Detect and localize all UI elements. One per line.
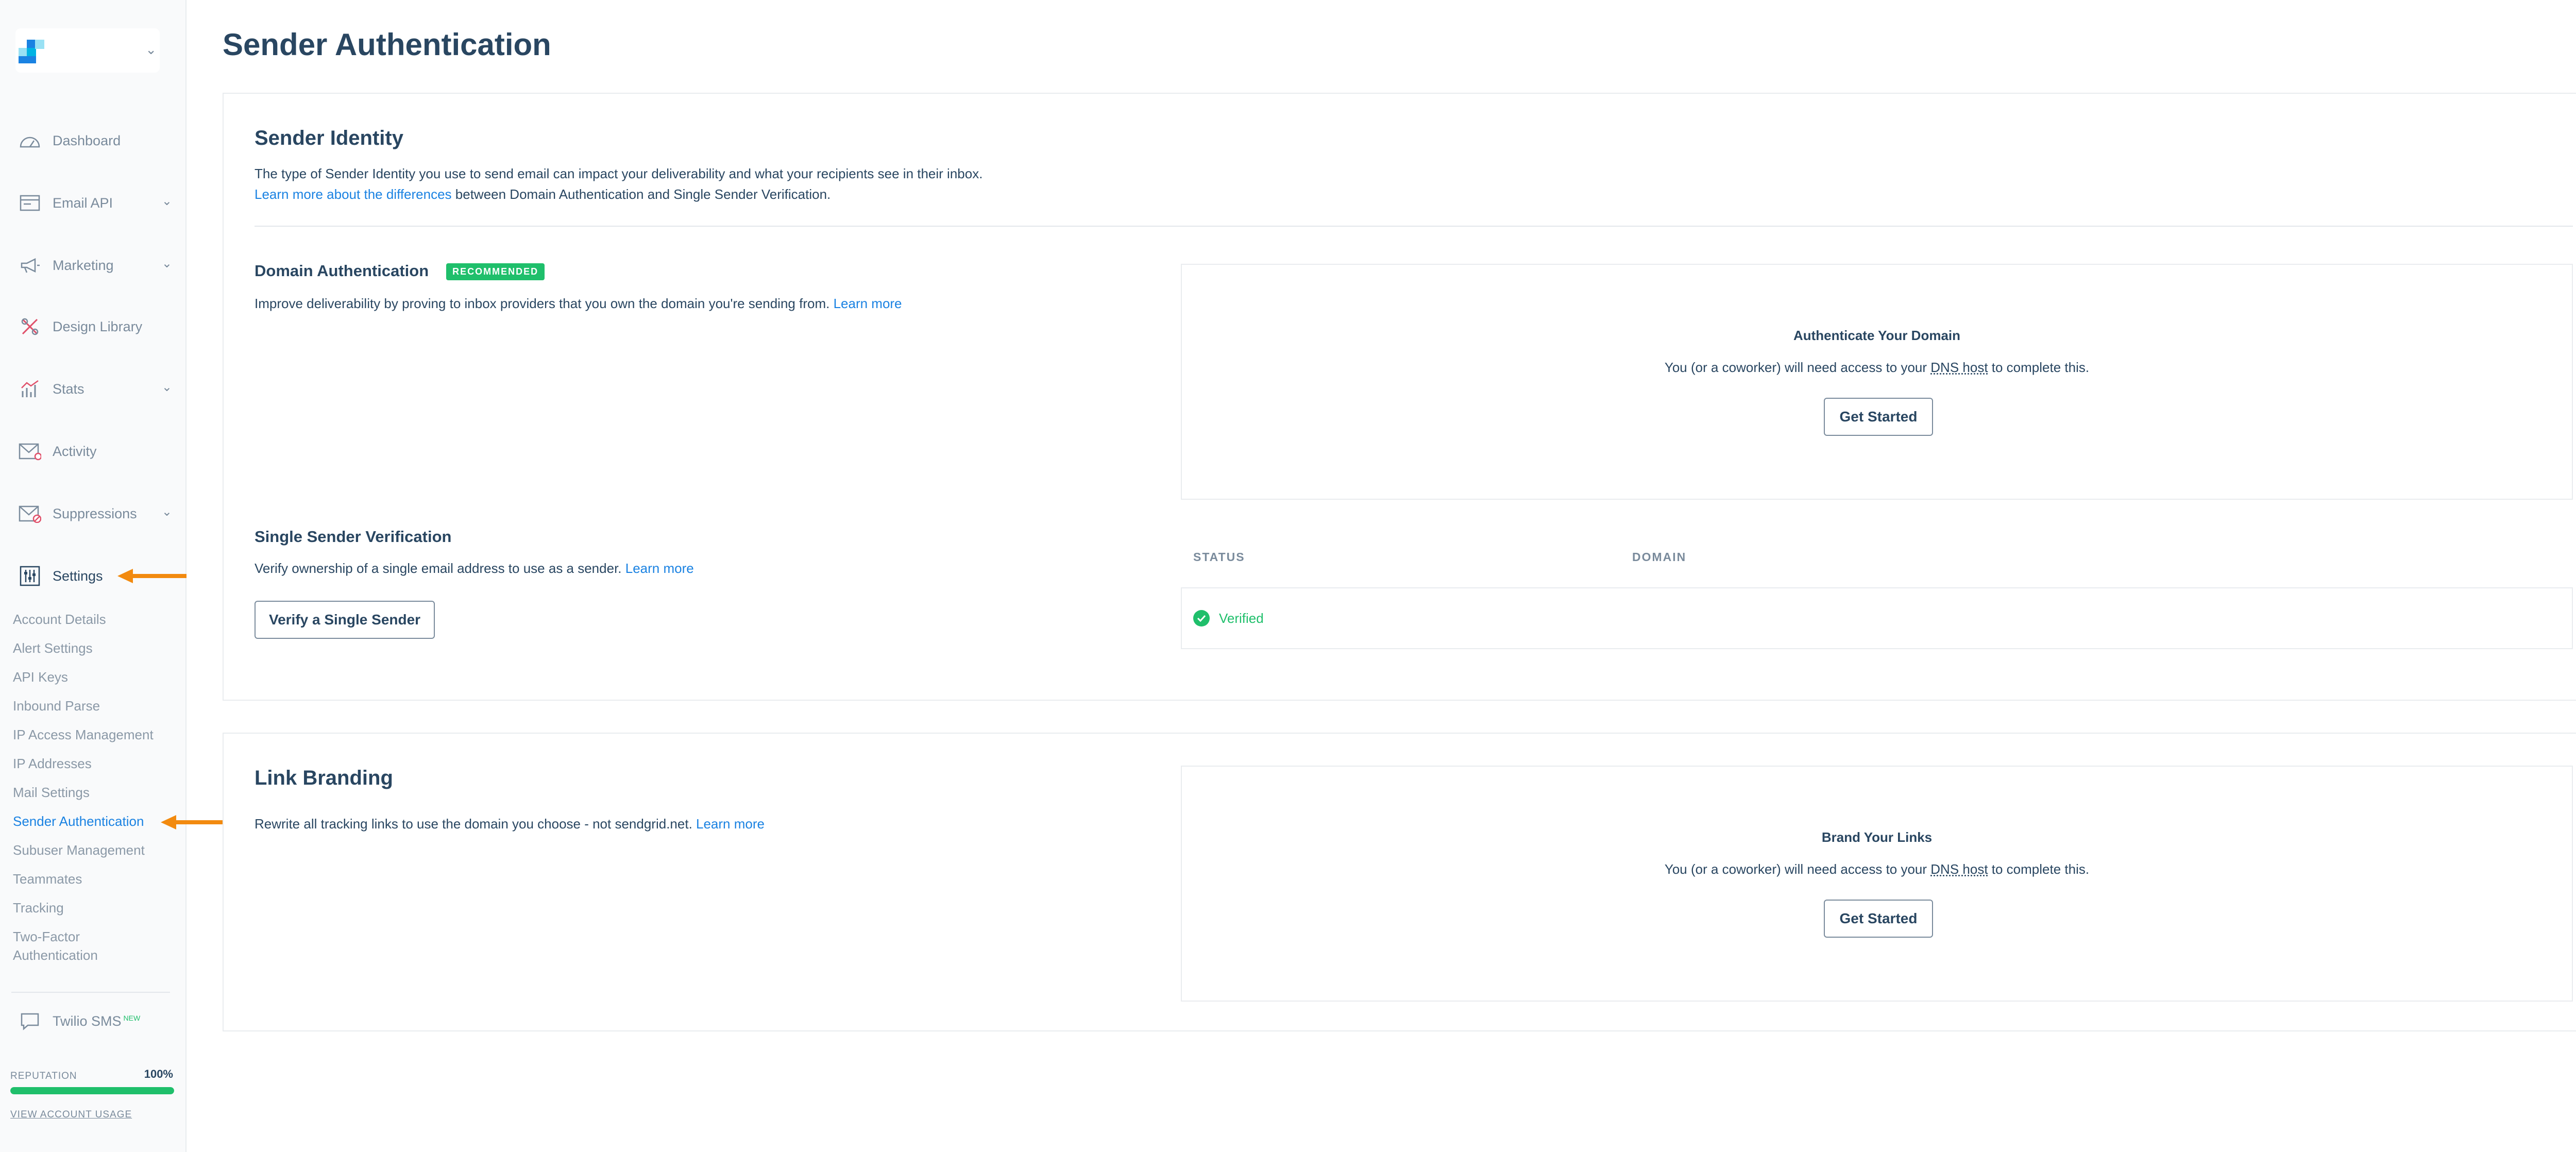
suppressions-icon [19, 503, 41, 524]
nav-item-dashboard[interactable]: Dashboard [19, 125, 178, 156]
settings-item-ip-addresses[interactable]: IP Addresses [13, 754, 92, 773]
authenticate-domain-text: You (or a coworker) will need access to … [1182, 360, 2572, 376]
nav-label: Activity [53, 443, 97, 459]
check-circle-icon [1193, 610, 1210, 626]
single-sender-learn-more-link[interactable]: Learn more [625, 561, 694, 576]
chevron-down-icon: ⌄ [161, 194, 172, 208]
box-text-pre: You (or a coworker) will need access to … [1664, 861, 1931, 877]
email-api-icon [19, 193, 41, 213]
nav-label: Suppressions [53, 505, 137, 521]
box-text-post: to complete this. [1988, 360, 2090, 375]
settings-item-alert-settings[interactable]: Alert Settings [13, 639, 93, 657]
chat-bubble-icon [19, 1011, 41, 1031]
section-divider [255, 226, 2573, 227]
verify-single-sender-button[interactable]: Verify a Single Sender [255, 601, 435, 639]
dns-host-text: DNS host [1930, 360, 1988, 375]
chevron-down-icon: ⌄ [161, 257, 172, 270]
domain-get-started-button[interactable]: Get Started [1824, 398, 1933, 436]
sidebar: ⌄ Dashboard Email API ⌄ Marketing ⌄ Desi… [0, 0, 230, 1152]
status-verified: Verified [1193, 610, 1264, 626]
nav-item-suppressions[interactable]: Suppressions ⌄ [19, 498, 178, 529]
domain-column-header: DOMAIN [1632, 550, 1687, 564]
nav-item-activity[interactable]: Activity [19, 436, 178, 467]
single-sender-description-line: Verify ownership of a single email addre… [255, 561, 694, 577]
nav-label: Email API [53, 195, 113, 211]
link-branding-learn-more-link[interactable]: Learn more [696, 816, 765, 832]
single-sender-title: Single Sender Verification [255, 528, 452, 546]
brand-links-title: Brand Your Links [1821, 829, 1933, 845]
dns-host-text: DNS host [1930, 861, 1988, 877]
reputation-bar [10, 1087, 174, 1094]
dashboard-icon [19, 130, 41, 151]
nav-item-email-api[interactable]: Email API ⌄ [19, 188, 178, 218]
nav-label: Marketing [53, 257, 114, 273]
view-account-usage-link[interactable]: VIEW ACCOUNT USAGE [10, 1109, 132, 1121]
domain-auth-description: Improve deliverability by proving to inb… [255, 296, 834, 311]
domain-auth-heading: Domain Authentication RECOMMENDED [255, 262, 545, 281]
links-get-started-button[interactable]: Get Started [1824, 900, 1933, 938]
sidebar-divider [11, 992, 170, 993]
nav-label: Stats [53, 381, 84, 397]
reputation-label: REPUTATION [10, 1071, 77, 1081]
sender-identity-description: The type of Sender Identity you use to s… [255, 166, 983, 181]
learn-more-differences-link[interactable]: Learn more about the differences [255, 187, 452, 202]
settings-item-teammates[interactable]: Teammates [13, 870, 82, 888]
settings-icon [19, 566, 41, 586]
status-text: Verified [1219, 610, 1264, 626]
settings-item-two-factor-authentication[interactable]: Two-Factor Authentication [13, 927, 126, 964]
arrow-left-icon [117, 569, 187, 583]
domain-auth-title: Domain Authentication [255, 262, 429, 280]
nav-label: Settings [53, 568, 103, 584]
arrow-left-icon [161, 815, 230, 829]
activity-icon [19, 441, 41, 462]
settings-item-mail-settings[interactable]: Mail Settings [13, 783, 90, 802]
nav-label: Twilio SMS [53, 1013, 122, 1029]
settings-item-tracking[interactable]: Tracking [13, 899, 64, 917]
box-text-pre: You (or a coworker) will need access to … [1664, 360, 1931, 375]
link-branding-card: Link Branding Rewrite all tracking links… [223, 733, 2576, 1031]
nav-item-marketing[interactable]: Marketing ⌄ [19, 250, 178, 281]
page-title: Sender Authentication [223, 27, 551, 62]
link-branding-title: Link Branding [255, 767, 393, 789]
chevron-down-icon: ⌄ [145, 42, 157, 57]
brand-links-text: You (or a coworker) will need access to … [1182, 861, 2572, 877]
authenticate-domain-box: Authenticate Your Domain You (or a cowor… [1181, 264, 2573, 500]
settings-item-subuser-management[interactable]: Subuser Management [13, 841, 145, 859]
brand-links-box: Brand Your Links You (or a coworker) wil… [1181, 766, 2573, 1002]
single-sender-description: Verify ownership of a single email addre… [255, 561, 625, 576]
link-branding-description-line: Rewrite all tracking links to use the do… [255, 816, 765, 832]
settings-item-inbound-parse[interactable]: Inbound Parse [13, 697, 100, 715]
settings-item-sender-authentication[interactable]: Sender Authentication [13, 812, 144, 831]
settings-item-api-keys[interactable]: API Keys [13, 668, 68, 686]
account-switcher[interactable]: ⌄ [15, 28, 160, 73]
sender-table-row: Verified [1181, 587, 2573, 649]
sender-identity-title: Sender Identity [255, 127, 403, 149]
sender-identity-learn-line: Learn more about the differences between… [255, 187, 831, 202]
chevron-down-icon: ⌄ [161, 380, 172, 394]
sender-identity-card: Sender Identity The type of Sender Ident… [223, 93, 2576, 701]
status-column-header: STATUS [1193, 550, 1245, 564]
new-badge: NEW [123, 1013, 141, 1022]
nav-item-twilio-sms[interactable]: Twilio SMS NEW [19, 1006, 178, 1037]
megaphone-icon [19, 255, 41, 276]
recommended-badge: RECOMMENDED [446, 263, 545, 281]
sendgrid-logo-icon [19, 40, 44, 63]
learn-suffix-text: between Domain Authentication and Single… [451, 187, 831, 202]
design-library-icon [19, 316, 41, 337]
nav-item-design-library[interactable]: Design Library [19, 311, 178, 342]
reputation-value: 100% [144, 1068, 173, 1080]
stats-icon [19, 379, 41, 399]
chevron-down-icon: ⌄ [161, 505, 172, 519]
settings-item-ip-access-management[interactable]: IP Access Management [13, 725, 154, 744]
settings-item-account-details[interactable]: Account Details [13, 610, 106, 629]
domain-auth-description-line: Improve deliverability by proving to inb… [255, 296, 902, 312]
nav-item-stats[interactable]: Stats ⌄ [19, 374, 178, 404]
domain-auth-learn-more-link[interactable]: Learn more [834, 296, 902, 311]
authenticate-domain-title: Authenticate Your Domain [1793, 328, 1961, 343]
box-text-post: to complete this. [1988, 861, 2090, 877]
reputation-bar-fill [10, 1087, 174, 1094]
nav-label: Dashboard [53, 132, 121, 148]
link-branding-description: Rewrite all tracking links to use the do… [255, 816, 697, 832]
nav-label: Design Library [53, 318, 143, 334]
